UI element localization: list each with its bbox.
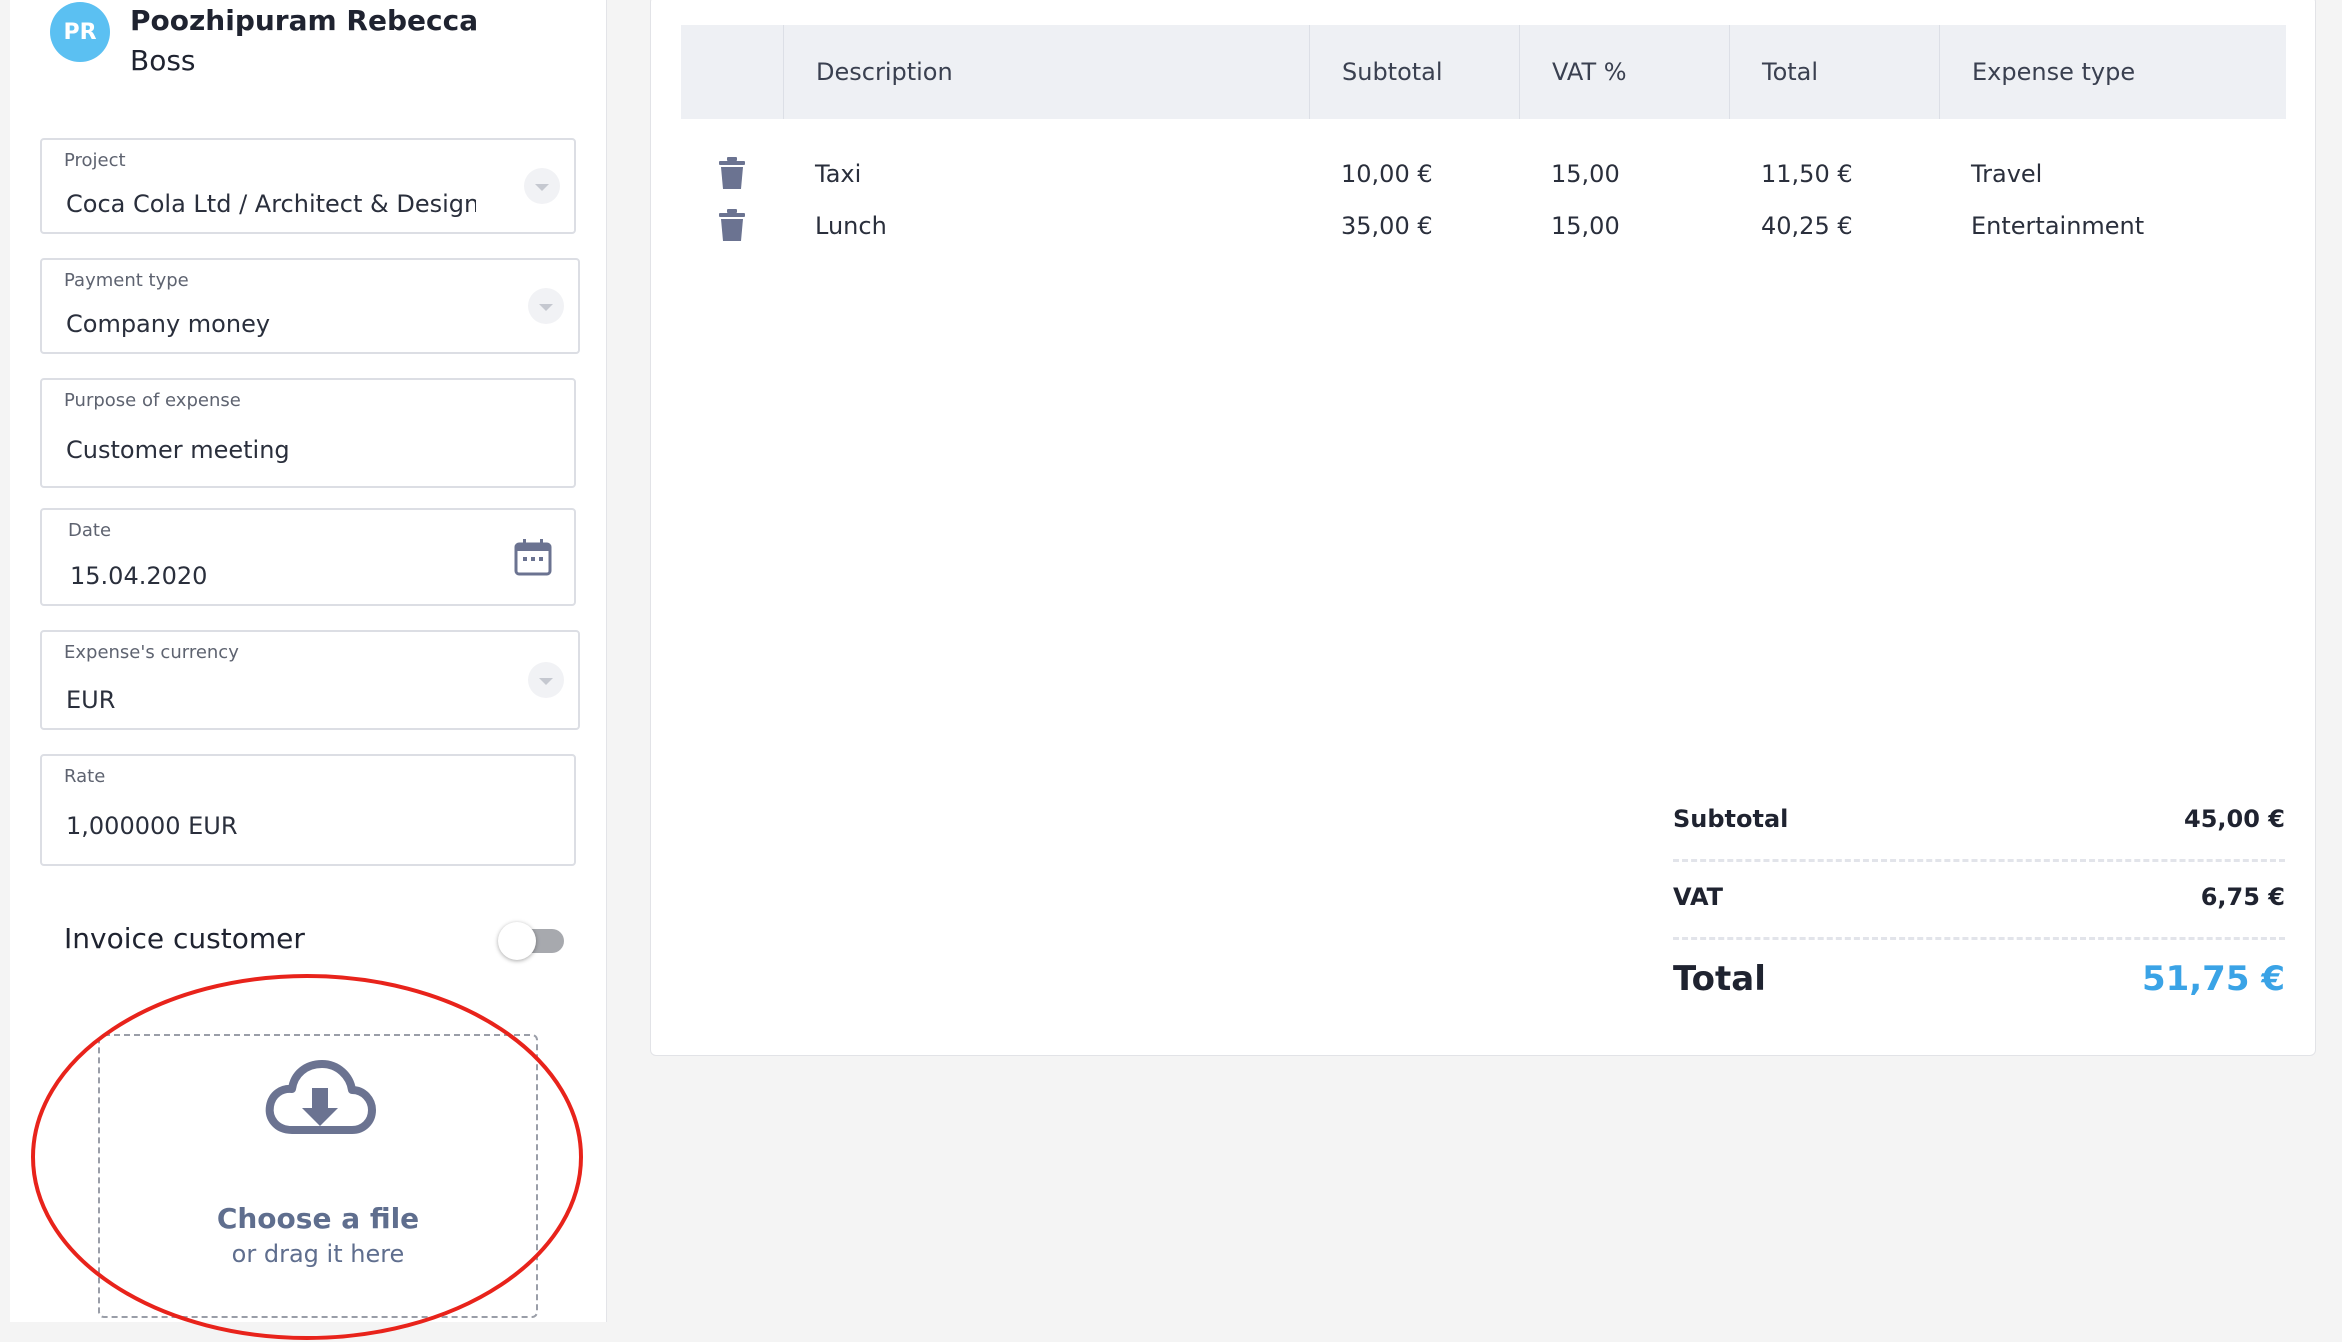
cell-vat: 15,00	[1551, 212, 1620, 240]
cell-vat: 15,00	[1551, 160, 1620, 188]
cell-total: 40,25 €	[1761, 212, 1853, 240]
column-header-total: Total	[1729, 25, 1939, 119]
summary-vat-label: VAT	[1673, 883, 1724, 911]
date-value: 15.04.2020	[70, 562, 208, 590]
rate-value: 1,000000 EUR	[66, 812, 238, 840]
summary-total-label: Total	[1673, 959, 1766, 999]
currency-label: Expense's currency	[64, 642, 239, 663]
expense-form-panel: PR Poozhipuram Rebecca Boss Project Coca…	[10, 0, 607, 1322]
table-header: Description Subtotal VAT % Total Expense…	[681, 25, 2286, 119]
payment-type-value: Company money	[66, 310, 271, 338]
column-header-subtotal: Subtotal	[1309, 25, 1519, 119]
cell-subtotal: 10,00 €	[1341, 160, 1433, 188]
invoice-customer-label: Invoice customer	[64, 922, 305, 955]
currency-select[interactable]: Expense's currency EUR	[40, 630, 580, 730]
column-header-description: Description	[783, 25, 1309, 119]
trash-icon[interactable]	[719, 157, 745, 189]
summary-total-row: Total 51,75 €	[1673, 959, 2285, 1023]
user-header: PR Poozhipuram Rebecca Boss	[50, 0, 590, 90]
project-label: Project	[64, 150, 126, 171]
purpose-value: Customer meeting	[66, 436, 290, 464]
date-label: Date	[68, 520, 112, 541]
summary-total-value: 51,75 €	[2141, 959, 2285, 999]
chevron-down-icon[interactable]	[528, 288, 564, 324]
avatar: PR	[50, 2, 110, 62]
summary-divider	[1673, 859, 2285, 862]
summary-subtotal-value: 45,00 €	[2184, 805, 2285, 833]
cell-total: 11,50 €	[1761, 160, 1853, 188]
invoice-customer-toggle[interactable]	[498, 922, 568, 960]
project-value: Coca Cola Ltd / Architect & Design (	[66, 190, 476, 218]
purpose-label: Purpose of expense	[64, 390, 241, 411]
cell-description: Taxi	[815, 160, 862, 188]
cell-expense-type: Entertainment	[1971, 212, 2145, 240]
user-role: Boss	[130, 44, 196, 77]
file-dropzone[interactable]: Choose a file or drag it here	[98, 1034, 538, 1318]
payment-type-label: Payment type	[64, 270, 189, 291]
summary-subtotal-label: Subtotal	[1673, 805, 1789, 833]
expense-items-card: Description Subtotal VAT % Total Expense…	[650, 0, 2316, 1056]
purpose-input[interactable]: Purpose of expense Customer meeting	[40, 378, 576, 488]
summary-vat-value: 6,75 €	[2200, 883, 2285, 911]
payment-type-select[interactable]: Payment type Company money	[40, 258, 580, 354]
rate-input[interactable]: Rate 1,000000 EUR	[40, 754, 576, 866]
upload-title: Choose a file	[216, 1202, 420, 1235]
table-row: Taxi 10,00 € 15,00 11,50 € Travel	[681, 149, 2286, 199]
column-header-actions	[681, 25, 783, 119]
cell-subtotal: 35,00 €	[1341, 212, 1433, 240]
cell-expense-type: Travel	[1971, 160, 2043, 188]
project-select[interactable]: Project Coca Cola Ltd / Architect & Desi…	[40, 138, 576, 234]
trash-icon[interactable]	[719, 209, 745, 241]
user-name: Poozhipuram Rebecca	[130, 4, 479, 37]
column-header-expense-type: Expense type	[1939, 25, 2286, 119]
upload-subtitle: or drag it here	[231, 1240, 405, 1268]
calendar-icon[interactable]	[514, 538, 552, 576]
rate-label: Rate	[64, 766, 106, 787]
table-row: Lunch 35,00 € 15,00 40,25 € Entertainmen…	[681, 201, 2286, 251]
cloud-upload-icon	[265, 1060, 376, 1134]
chevron-down-icon[interactable]	[528, 662, 564, 698]
chevron-down-icon[interactable]	[524, 168, 560, 204]
date-input[interactable]: Date 15.04.2020	[40, 508, 576, 606]
summary-divider	[1673, 937, 2285, 940]
toggle-knob	[498, 922, 536, 960]
cell-description: Lunch	[815, 212, 887, 240]
currency-value: EUR	[66, 686, 116, 714]
column-header-vat: VAT %	[1519, 25, 1729, 119]
